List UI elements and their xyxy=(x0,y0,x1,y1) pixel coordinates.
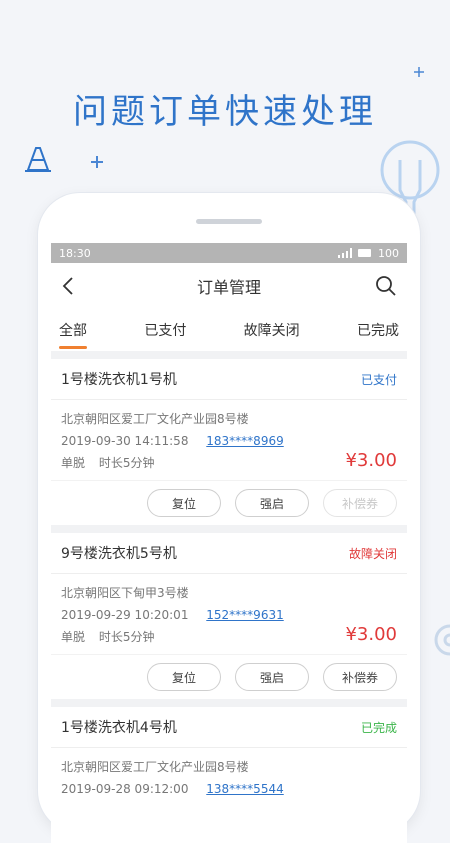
phone-link[interactable]: 152****9631 xyxy=(206,608,283,622)
order-datetime: 2019-09-29 10:20:01 xyxy=(61,608,189,622)
order-title: 1号楼洗衣机4号机 xyxy=(61,720,177,736)
reset-button[interactable]: 复位 xyxy=(147,489,221,517)
order-price: ¥3.00 xyxy=(345,450,397,471)
order-address: 北京朝阳区爱工厂文化产业园8号楼 xyxy=(61,760,249,774)
phone-speaker xyxy=(196,219,262,224)
section-divider xyxy=(51,351,407,359)
status-badge: 故障关闭 xyxy=(348,546,397,561)
force-start-button[interactable]: 强启 xyxy=(235,663,309,691)
status-badge: 已完成 xyxy=(360,720,397,735)
phone-link[interactable]: 138****5544 xyxy=(206,782,283,796)
order-address: 北京朝阳区爱工厂文化产业园8号楼 xyxy=(61,412,249,426)
order-card[interactable]: 1号楼洗衣机4号机 已完成 北京朝阳区爱工厂文化产业园8号楼 2019-09-2… xyxy=(51,707,407,806)
battery-level: 100 xyxy=(378,246,399,260)
order-card[interactable]: 9号楼洗衣机5号机 故障关闭 北京朝阳区下甸甲3号楼 2019-09-29 10… xyxy=(51,533,407,699)
gear-icon xyxy=(434,624,450,656)
compensation-coupon-button[interactable]: 补偿券 xyxy=(323,663,397,691)
order-datetime: 2019-09-30 14:11:58 xyxy=(61,434,189,448)
section-divider xyxy=(51,525,407,533)
tab-completed[interactable]: 已完成 xyxy=(355,320,401,340)
force-start-button[interactable]: 强启 xyxy=(235,489,309,517)
chevron-left-icon[interactable] xyxy=(61,276,77,296)
order-tabs: 全部 已支付 故障关闭 已完成 xyxy=(51,309,407,351)
tab-paid[interactable]: 已支付 xyxy=(142,320,188,340)
status-badge: 已支付 xyxy=(360,372,397,387)
traffic-cone-icon xyxy=(25,147,51,172)
app-screen: 18:30 100 订单管理 全部 已支付 故障关闭 已完成 1号楼洗衣机1号机… xyxy=(51,243,407,843)
phone-link[interactable]: 183****8969 xyxy=(206,434,283,448)
order-title: 1号楼洗衣机1号机 xyxy=(61,372,177,388)
wash-mode: 单脱 xyxy=(61,630,86,644)
compensation-coupon-button[interactable]: 补偿券 xyxy=(323,489,397,517)
sparkle-icon xyxy=(91,156,103,168)
wash-duration: 时长5分钟 xyxy=(98,630,155,644)
nav-bar: 订单管理 xyxy=(51,263,407,309)
order-address: 北京朝阳区下甸甲3号楼 xyxy=(61,586,189,600)
order-card[interactable]: 1号楼洗衣机1号机 已支付 北京朝阳区爱工厂文化产业园8号楼 2019-09-3… xyxy=(51,359,407,525)
phone-mockup: 18:30 100 订单管理 全部 已支付 故障关闭 已完成 1号楼洗衣机1号机… xyxy=(38,193,420,843)
order-price: ¥3.00 xyxy=(345,624,397,645)
reset-button[interactable]: 复位 xyxy=(147,663,221,691)
status-bar: 18:30 100 xyxy=(51,243,407,263)
active-tab-indicator xyxy=(59,346,87,349)
battery-icon xyxy=(358,249,371,257)
sparkle-icon xyxy=(414,67,424,77)
signal-icon xyxy=(338,248,352,258)
wash-mode: 单脱 xyxy=(61,456,86,470)
section-divider xyxy=(51,699,407,707)
tab-fault-closed[interactable]: 故障关闭 xyxy=(242,320,302,340)
page-title: 订单管理 xyxy=(196,278,261,297)
headline: 问题订单快速处理 xyxy=(73,92,377,132)
wash-duration: 时长5分钟 xyxy=(98,456,155,470)
order-title: 9号楼洗衣机5号机 xyxy=(61,546,177,562)
status-time: 18:30 xyxy=(59,246,91,260)
order-datetime: 2019-09-28 09:12:00 xyxy=(61,782,189,796)
tab-all[interactable]: 全部 xyxy=(57,320,89,340)
search-icon[interactable] xyxy=(375,275,397,297)
